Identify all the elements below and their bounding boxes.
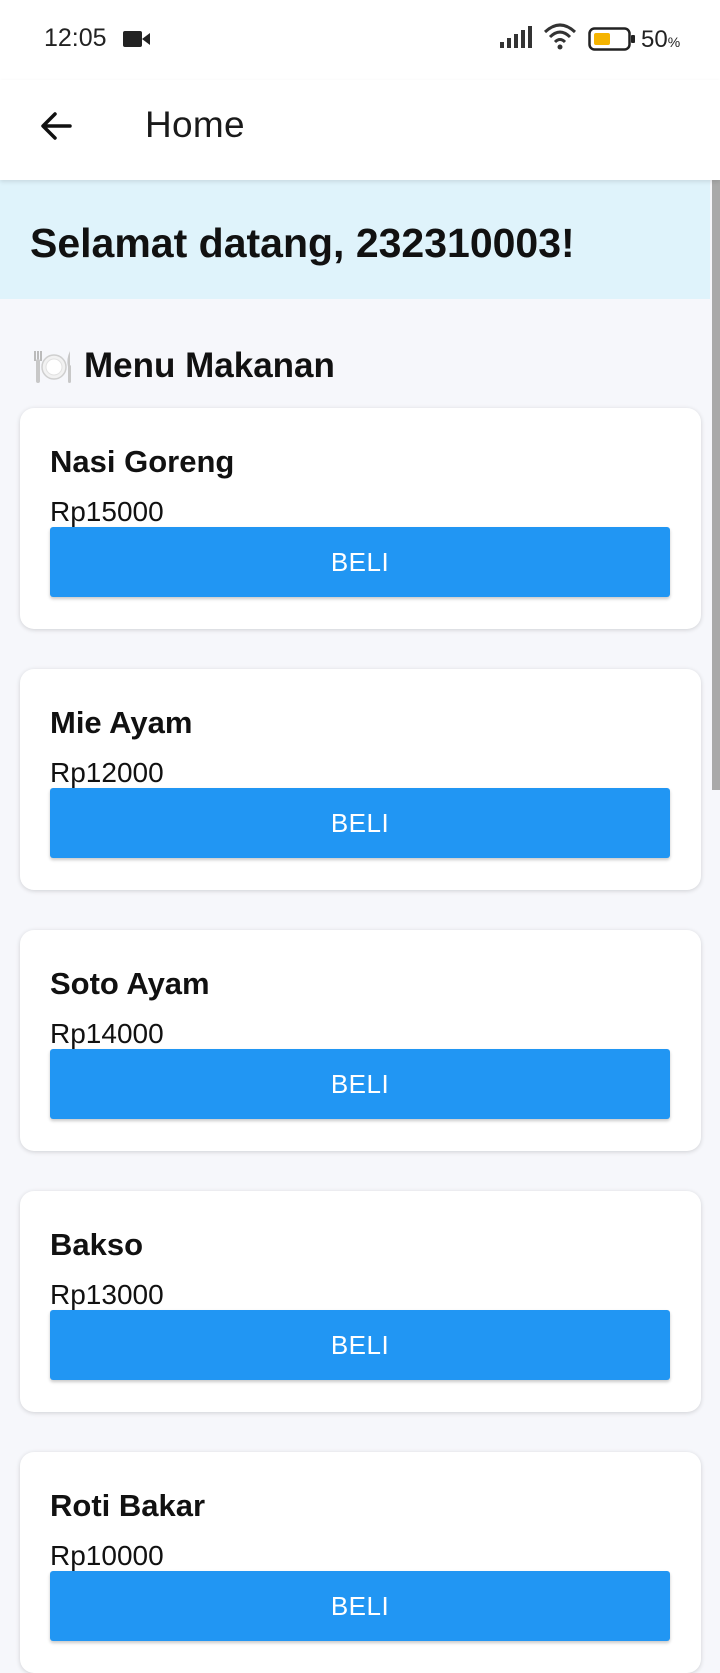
buy-button[interactable]: BELI (50, 788, 670, 858)
page-title: Home (145, 104, 245, 145)
signal-strength-icon (500, 26, 532, 48)
buy-button[interactable]: BELI (50, 527, 670, 597)
battery-percentage: 50% (641, 26, 681, 53)
status-time: 12:05 (44, 24, 107, 52)
menu-item-card: Roti Bakar Rp10000 BELI (20, 1452, 701, 1673)
menu-item-name: Roti Bakar (50, 1488, 206, 1523)
menu-item-price: Rp12000 (50, 757, 164, 788)
menu-item-name: Soto Ayam (50, 966, 210, 1001)
scrollbar[interactable] (712, 180, 720, 790)
battery-icon (588, 27, 635, 51)
buy-button[interactable]: BELI (50, 1049, 670, 1119)
welcome-banner: Selamat datang, 232310003! (0, 180, 710, 299)
menu-item-card: Mie Ayam Rp12000 BELI (20, 669, 701, 890)
menu-item-name: Mie Ayam (50, 705, 193, 740)
menu-item-price: Rp15000 (50, 496, 164, 527)
buy-button[interactable]: BELI (50, 1571, 670, 1641)
menu-item-card: Soto Ayam Rp14000 BELI (20, 930, 701, 1151)
plate-cutlery-icon (34, 351, 71, 383)
menu-section-title: Menu Makanan (84, 346, 335, 385)
menu-item-name: Nasi Goreng (50, 444, 235, 479)
wifi-icon (543, 23, 577, 50)
app-bar: Home (0, 80, 720, 180)
arrow-left-icon[interactable] (36, 106, 76, 146)
buy-button[interactable]: BELI (50, 1310, 670, 1380)
menu-item-card: Bakso Rp13000 BELI (20, 1191, 701, 1412)
status-bar: 12:05 50% (0, 0, 720, 80)
menu-item-price: Rp14000 (50, 1018, 164, 1049)
menu-item-name: Bakso (50, 1227, 144, 1262)
video-camera-icon (123, 31, 150, 47)
menu-item-price: Rp13000 (50, 1279, 164, 1310)
menu-item-price: Rp10000 (50, 1540, 164, 1571)
welcome-message: Selamat datang, 232310003! (30, 220, 575, 266)
menu-section-heading: Menu Makanan (32, 346, 335, 386)
menu-item-card: Nasi Goreng Rp15000 BELI (20, 408, 701, 629)
